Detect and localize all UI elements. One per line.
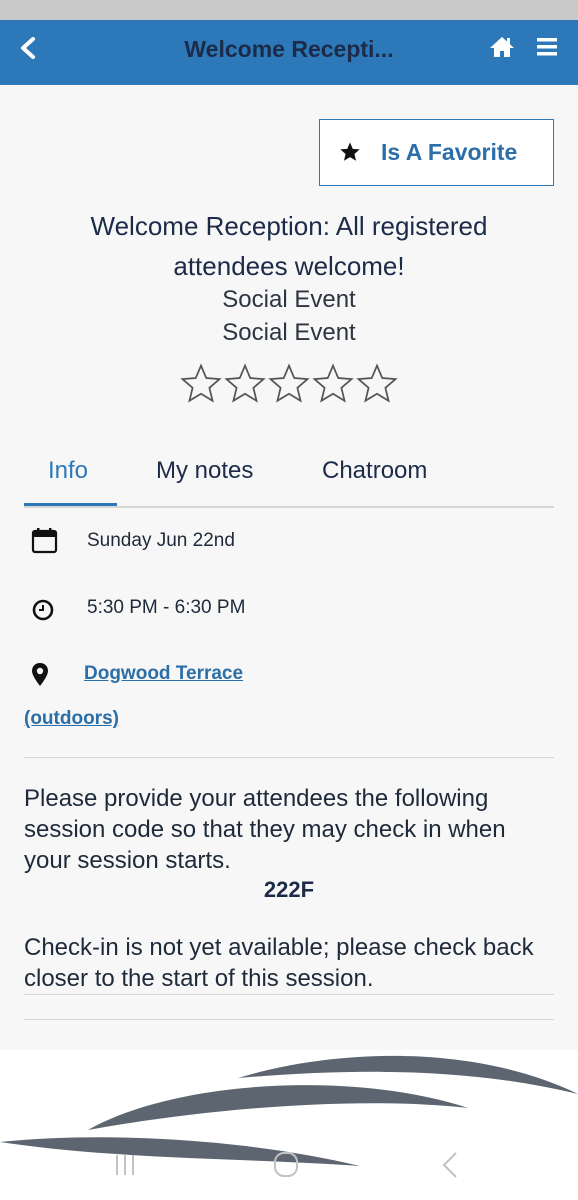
system-nav-bar (0, 1145, 578, 1185)
calendar-icon (31, 528, 58, 554)
star-outline-icon (356, 363, 398, 403)
session-date: Sunday Jun 22nd (87, 530, 235, 551)
active-tab-indicator (24, 503, 117, 506)
recent-apps-icon (116, 1155, 134, 1175)
tab-info[interactable]: Info (48, 457, 88, 485)
session-time: 5:30 PM - 6:30 PM (87, 597, 246, 618)
session-tabs: Info My notes Chatroom (24, 440, 554, 510)
location-link-continued[interactable]: (outdoors) (24, 708, 119, 730)
chevron-left-icon (21, 37, 35, 59)
checkin-instructions: Please provide your attendees the follow… (24, 785, 506, 874)
favorite-label: Is A Favorite (381, 139, 518, 165)
rating-star-1[interactable] (180, 363, 222, 405)
section-divider (24, 994, 554, 995)
favorite-button[interactable]: Is A Favorite (319, 119, 554, 186)
time-row: 5:30 PM - 6:30 PM (24, 589, 554, 629)
tab-my-notes[interactable]: My notes (156, 457, 253, 485)
map-pin-icon (32, 663, 48, 686)
star-outline-icon (180, 363, 222, 403)
star-outline-icon (224, 363, 266, 403)
home-circle-icon (274, 1152, 298, 1177)
star-outline-icon (312, 363, 354, 403)
event-track: Social Event (222, 319, 356, 346)
star-rating[interactable] (180, 363, 400, 405)
menu-button[interactable] (534, 34, 560, 60)
star-filled-icon (340, 142, 360, 161)
checkin-status: Check-in is not yet available; please ch… (24, 934, 534, 992)
rating-star-5[interactable] (356, 363, 398, 405)
system-home-button[interactable] (268, 1149, 304, 1181)
home-icon (490, 37, 514, 57)
recent-apps-button[interactable] (107, 1149, 143, 1181)
date-row: Sunday Jun 22nd (24, 522, 554, 562)
app-header: Welcome Recepti... (0, 20, 578, 85)
rating-star-2[interactable] (224, 363, 266, 405)
page-title: Welcome Recepti... (184, 36, 394, 62)
home-button[interactable] (488, 34, 516, 60)
hamburger-menu-icon (537, 38, 557, 56)
system-back-button[interactable] (432, 1149, 468, 1181)
location-row: Dogwood Terrace (24, 655, 554, 695)
status-bar (0, 0, 578, 20)
event-type: Social Event (222, 286, 356, 313)
tab-chatroom[interactable]: Chatroom (322, 457, 427, 485)
back-button[interactable] (14, 34, 44, 64)
back-chevron-icon (442, 1152, 457, 1178)
clock-icon (32, 599, 54, 621)
section-divider (24, 757, 554, 758)
event-title: Welcome Reception: All registered attend… (90, 211, 488, 281)
section-divider (24, 1019, 554, 1020)
tabs-divider (24, 506, 554, 508)
session-code: 222F (263, 877, 315, 902)
rating-star-4[interactable] (312, 363, 354, 405)
star-outline-icon (268, 363, 310, 403)
location-link[interactable]: Dogwood Terrace (84, 663, 243, 685)
rating-star-3[interactable] (268, 363, 310, 405)
